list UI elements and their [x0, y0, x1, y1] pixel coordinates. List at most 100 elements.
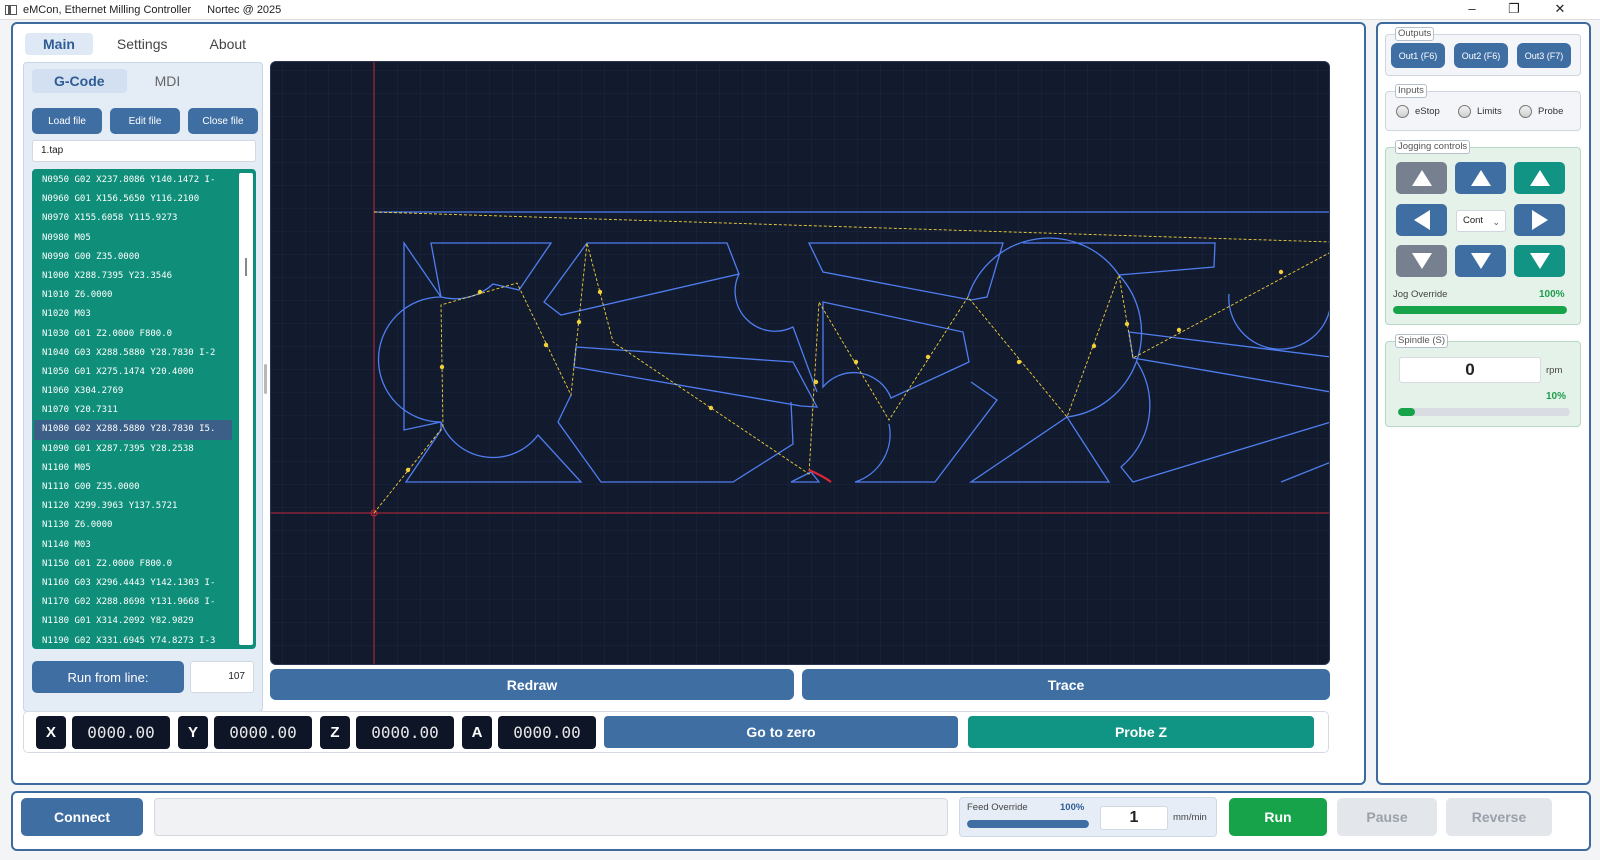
- inputs-group: Inputs eStop Limits Probe: [1385, 84, 1581, 131]
- jog-x-plus-button[interactable]: [1514, 204, 1565, 236]
- edit-file-button[interactable]: Edit file: [110, 108, 180, 134]
- estop-indicator: eStop: [1396, 105, 1440, 118]
- feed-rate-unit: mm/min: [1173, 812, 1207, 823]
- bottom-bar: Connect Feed Override 100% 1 mm/min Run …: [11, 791, 1591, 851]
- out3-button[interactable]: Out3 (F7): [1517, 43, 1571, 68]
- gcode-line[interactable]: N1120 X299.3963 Y137.5721: [34, 497, 232, 516]
- gcode-line[interactable]: N1100 M05: [34, 459, 232, 478]
- probe-indicator: Probe: [1519, 105, 1563, 118]
- spindle-override-slider[interactable]: [1398, 408, 1570, 416]
- estop-led-icon: [1396, 105, 1409, 118]
- z-position-readout[interactable]: 0000.00: [356, 716, 454, 749]
- outputs-title: Outputs: [1395, 27, 1435, 41]
- toolpath-view[interactable]: [270, 61, 1330, 665]
- toolpath-svg: [271, 62, 1329, 664]
- reverse-button[interactable]: Reverse: [1446, 798, 1552, 836]
- y-position-readout[interactable]: 0000.00: [214, 716, 312, 749]
- jog-y-plus-button[interactable]: [1455, 162, 1506, 194]
- arrow-up-icon: [1470, 170, 1491, 186]
- x-position-readout[interactable]: 0000.00: [72, 716, 170, 749]
- feed-override-slider[interactable]: [967, 820, 1089, 828]
- arrow-down-icon: [1470, 253, 1491, 269]
- spindle-unit: rpm: [1546, 365, 1563, 376]
- jog-x-minus-button[interactable]: [1396, 204, 1447, 236]
- jogging-group: Jogging controls Cont ⌄ Jog Override 100%: [1385, 140, 1581, 325]
- gcode-line[interactable]: N1020 M03: [34, 305, 232, 324]
- jog-override-slider[interactable]: [1393, 306, 1567, 314]
- pause-button[interactable]: Pause: [1337, 798, 1437, 836]
- gcode-line[interactable]: N1190 G02 X331.6945 Y74.8273 I-3: [34, 632, 232, 648]
- gcode-listing[interactable]: N0950 G02 X237.8086 Y140.1472 I- N0960 G0…: [32, 169, 256, 649]
- limits-indicator: Limits: [1458, 105, 1502, 118]
- jog-a-minus-button[interactable]: [1396, 245, 1447, 277]
- gcode-line[interactable]: N0950 G02 X237.8086 Y140.1472 I-: [34, 171, 232, 190]
- jog-z-minus-button[interactable]: [1514, 245, 1565, 277]
- trace-button[interactable]: Trace: [802, 669, 1330, 700]
- jog-z-plus-button[interactable]: [1514, 162, 1565, 194]
- gcode-line[interactable]: N0980 M05: [34, 229, 232, 248]
- gcode-line[interactable]: N1080 G02 X288.5880 Y28.7830 I5.: [34, 420, 232, 440]
- gcode-line[interactable]: N1130 Z6.0000: [34, 516, 232, 535]
- panel-splitter-handle[interactable]: [264, 364, 267, 394]
- jog-mode-select[interactable]: Cont ⌄: [1456, 210, 1506, 232]
- gcode-line[interactable]: N1050 G01 X275.1474 Y20.4000: [34, 363, 232, 382]
- file-buttons: Load file Edit file Close file: [32, 108, 258, 134]
- feed-override-panel: Feed Override 100% 1 mm/min: [959, 797, 1217, 837]
- tab-settings[interactable]: Settings: [99, 33, 186, 55]
- gcode-line[interactable]: N1140 M03: [34, 536, 232, 555]
- close-icon[interactable]: ✕: [1540, 0, 1580, 20]
- probe-z-button[interactable]: Probe Z: [968, 716, 1314, 748]
- jog-a-plus-button[interactable]: [1396, 162, 1447, 194]
- gcode-line[interactable]: N0990 G00 Z35.0000: [34, 248, 232, 267]
- dro-bar: X 0000.00 Y 0000.00 Z 0000.00 A 0000.00 …: [23, 711, 1329, 753]
- feed-override-fill: [967, 820, 1089, 828]
- gcode-line[interactable]: N1070 Y20.7311: [34, 401, 232, 420]
- gcode-line[interactable]: N1010 Z6.0000: [34, 286, 232, 305]
- out2-button[interactable]: Out2 (F6): [1454, 43, 1508, 68]
- jog-y-minus-button[interactable]: [1455, 245, 1506, 277]
- gcode-line[interactable]: N0970 X155.6058 Y115.9273: [34, 209, 232, 228]
- tab-mdi[interactable]: MDI: [133, 69, 203, 93]
- gcode-line[interactable]: N1030 G01 Z2.0000 F800.0: [34, 325, 232, 344]
- x-axis-label: X: [36, 716, 66, 749]
- out1-button[interactable]: Out1 (F6): [1391, 43, 1445, 68]
- filename-field[interactable]: 1.tap: [32, 140, 256, 162]
- feed-rate-input[interactable]: 1: [1100, 806, 1168, 830]
- run-button[interactable]: Run: [1229, 798, 1327, 836]
- window-copyright: Nortec @ 2025: [207, 3, 282, 16]
- close-file-button[interactable]: Close file: [188, 108, 258, 134]
- scrollbar-thumb[interactable]: [245, 258, 247, 276]
- run-from-line-input[interactable]: 107: [190, 661, 254, 693]
- gcode-line[interactable]: N1040 G03 X288.5880 Y28.7830 I-2: [34, 344, 232, 363]
- minimize-icon[interactable]: –: [1452, 0, 1492, 20]
- outputs-group: Outputs Out1 (F6) Out2 (F6) Out3 (F7): [1385, 27, 1581, 76]
- gcode-line[interactable]: N1180 G01 X314.2092 Y82.9829: [34, 612, 232, 631]
- tab-main[interactable]: Main: [25, 33, 93, 55]
- jogging-title: Jogging controls: [1395, 140, 1471, 154]
- a-position-readout[interactable]: 0000.00: [498, 716, 596, 749]
- arrow-up-icon: [1529, 170, 1550, 186]
- gcode-subtabs: G-Code MDI: [32, 69, 202, 93]
- tab-gcode[interactable]: G-Code: [32, 69, 127, 93]
- gcode-line[interactable]: N1060 X304.2769: [34, 382, 232, 401]
- gcode-line[interactable]: N1170 G02 X288.8698 Y131.9668 I-: [34, 593, 232, 612]
- load-file-button[interactable]: Load file: [32, 108, 102, 134]
- spindle-percent: 10%: [1546, 391, 1567, 402]
- redraw-button[interactable]: Redraw: [270, 669, 794, 700]
- jog-override-value: 100%: [1539, 289, 1565, 300]
- gcode-line[interactable]: N1150 G01 Z2.0000 F800.0: [34, 555, 232, 574]
- gcode-line[interactable]: N1160 G03 X296.4443 Y142.1303 I-: [34, 574, 232, 593]
- spindle-speed-input[interactable]: 0: [1399, 357, 1541, 383]
- gcode-line[interactable]: N1000 X288.7395 Y23.3546: [34, 267, 232, 286]
- restore-icon[interactable]: ❐: [1494, 0, 1534, 20]
- gcode-line[interactable]: N0960 G01 X156.5650 Y116.2100: [34, 190, 232, 209]
- tab-about[interactable]: About: [191, 33, 264, 55]
- gcode-scrollbar[interactable]: [239, 173, 253, 645]
- arrow-down-icon: [1529, 253, 1550, 269]
- connect-button[interactable]: Connect: [21, 798, 143, 836]
- gcode-line[interactable]: N1090 G01 X287.7395 Y28.2538: [34, 440, 232, 459]
- go-to-zero-button[interactable]: Go to zero: [604, 716, 958, 748]
- gcode-line[interactable]: N1110 G00 Z35.0000: [34, 478, 232, 497]
- run-from-line-button[interactable]: Run from line:: [32, 661, 184, 693]
- probe-led-icon: [1519, 105, 1532, 118]
